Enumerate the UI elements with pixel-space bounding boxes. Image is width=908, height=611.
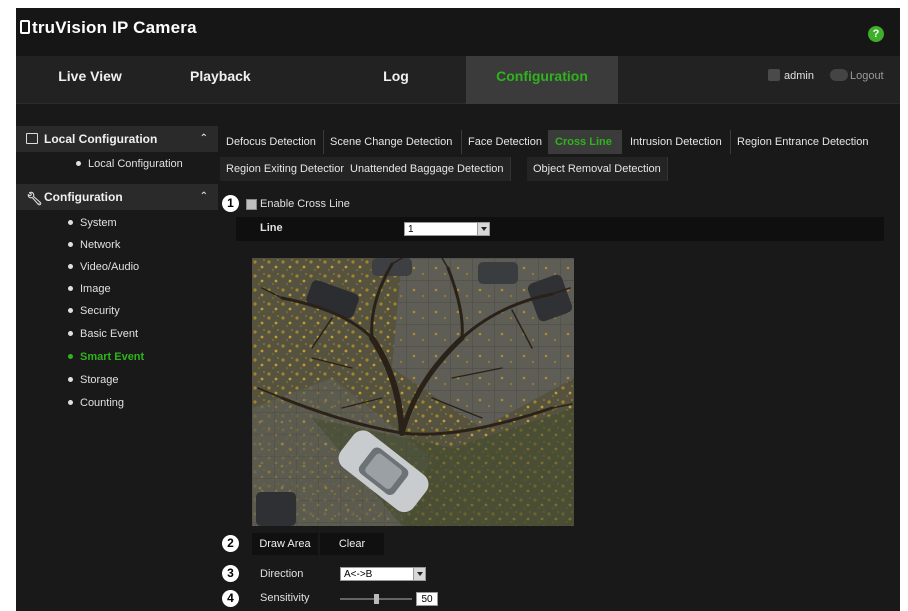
chevron-up-icon[interactable]: ⌃ bbox=[200, 184, 208, 210]
tab-intrusion-detection[interactable]: Intrusion Detection bbox=[624, 130, 728, 154]
line-select[interactable]: 1 bbox=[404, 222, 490, 236]
sidebar-item-system[interactable]: System bbox=[16, 212, 218, 234]
sidebar-item-local-configuration[interactable]: Local Configuration bbox=[16, 153, 218, 175]
line-label: Line bbox=[260, 222, 283, 234]
dropdown-arrow-icon[interactable] bbox=[477, 223, 489, 235]
user-icon bbox=[768, 69, 780, 81]
sensitivity-value[interactable]: 50 bbox=[416, 592, 438, 606]
sidebar-item-network[interactable]: Network bbox=[16, 234, 218, 256]
bullet-icon bbox=[68, 331, 73, 336]
clear-button[interactable]: Clear bbox=[320, 533, 384, 555]
tab-configuration[interactable]: Configuration bbox=[466, 56, 618, 104]
tab-face-detection[interactable]: Face Detection bbox=[462, 130, 548, 154]
sidebar-item-storage[interactable]: Storage bbox=[16, 369, 218, 391]
callout-marker: 1 bbox=[222, 195, 239, 212]
main-nav: Live View Playback Log Configuration adm… bbox=[16, 56, 900, 104]
callout-marker: 2 bbox=[222, 535, 239, 552]
sidebar-item-counting[interactable]: Counting bbox=[16, 392, 218, 414]
line-select-value: 1 bbox=[408, 224, 414, 235]
sidebar-item-security[interactable]: Security bbox=[16, 300, 218, 322]
monitor-icon bbox=[26, 133, 38, 144]
sidebar-item-label: Image bbox=[80, 283, 111, 295]
line-row: Line 1 bbox=[236, 217, 884, 241]
logout-link[interactable]: Logout bbox=[850, 70, 884, 82]
camera-web-ui: truVision IP Camera ? Live View Playback… bbox=[16, 8, 900, 611]
tab-scene-change-detection[interactable]: Scene Change Detection bbox=[324, 130, 458, 154]
sidebar-section-label: Configuration bbox=[44, 190, 123, 204]
sidebar-item-video-audio[interactable]: Video/Audio bbox=[16, 256, 218, 278]
chevron-up-icon[interactable]: ⌃ bbox=[200, 126, 208, 152]
sidebar-item-basic-event[interactable]: Basic Event bbox=[16, 323, 218, 345]
tab-object-removal-detection[interactable]: Object Removal Detection bbox=[527, 157, 668, 181]
bullet-icon bbox=[76, 161, 81, 166]
direction-label: Direction bbox=[260, 568, 304, 580]
enable-cross-line-checkbox[interactable] bbox=[246, 199, 257, 210]
bullet-icon bbox=[68, 308, 73, 313]
enable-cross-line-label: Enable Cross Line bbox=[260, 198, 350, 210]
callout-marker: 4 bbox=[222, 590, 239, 607]
tab-cross-line[interactable]: Cross Line bbox=[549, 130, 622, 154]
sidebar-item-label: Video/Audio bbox=[80, 261, 140, 273]
sidebar-item-image[interactable]: Image bbox=[16, 278, 218, 300]
header: truVision IP Camera ? bbox=[16, 8, 900, 56]
bullet-icon bbox=[68, 220, 73, 225]
direction-select-value: A<->B bbox=[344, 569, 373, 580]
sidebar-item-label: Security bbox=[80, 305, 120, 317]
tab-playback[interactable]: Playback bbox=[190, 56, 290, 104]
bullet-icon bbox=[68, 354, 73, 359]
tab-log[interactable]: Log bbox=[356, 56, 436, 104]
video-preview[interactable] bbox=[252, 258, 574, 526]
bullet-icon bbox=[68, 400, 73, 405]
sidebar-section-configuration[interactable]: 🔧︎ Configuration ⌃ bbox=[16, 184, 218, 210]
sidebar-item-label: Basic Event bbox=[80, 328, 139, 340]
sidebar-item-label: Counting bbox=[80, 397, 125, 409]
draw-area-button[interactable]: Draw Area bbox=[252, 533, 318, 555]
truvision-logo-icon bbox=[20, 20, 30, 34]
tab-region-exiting-detection[interactable]: Region Exiting Detection bbox=[220, 157, 354, 181]
help-icon[interactable]: ? bbox=[868, 26, 884, 42]
sidebar-section-label: Local Configuration bbox=[44, 132, 158, 146]
logout-icon[interactable] bbox=[829, 69, 848, 81]
sensitivity-slider-thumb[interactable] bbox=[374, 594, 379, 604]
brand: truVision IP Camera bbox=[20, 18, 197, 38]
sidebar-item-label: Local Configuration bbox=[88, 158, 183, 170]
tab-live-view[interactable]: Live View bbox=[16, 56, 164, 104]
user-area: admin Logout bbox=[768, 69, 884, 85]
tab-defocus-detection[interactable]: Defocus Detection bbox=[220, 130, 322, 154]
wrench-icon: 🔧︎ bbox=[26, 191, 43, 206]
tab-unattended-baggage-detection[interactable]: Unattended Baggage Detection bbox=[344, 157, 511, 181]
sensitivity-label: Sensitivity bbox=[260, 592, 310, 604]
bullet-icon bbox=[68, 242, 73, 247]
bullet-icon bbox=[68, 377, 73, 382]
sidebar-item-label: Smart Event bbox=[80, 351, 145, 363]
sidebar-item-label: System bbox=[80, 217, 117, 229]
camera-feed-image bbox=[252, 258, 574, 526]
username: admin bbox=[784, 70, 814, 82]
callout-marker: 3 bbox=[222, 565, 239, 582]
sidebar-item-label: Network bbox=[80, 239, 121, 251]
direction-select[interactable]: A<->B bbox=[340, 567, 426, 581]
sidebar-item-smart-event[interactable]: Smart Event bbox=[16, 346, 218, 368]
dropdown-arrow-icon[interactable] bbox=[413, 568, 425, 580]
tab-region-entrance-detection[interactable]: Region Entrance Detection bbox=[731, 130, 874, 154]
sidebar-item-label: Storage bbox=[80, 374, 119, 386]
content-panel: Defocus Detection Scene Change Detection… bbox=[218, 120, 900, 611]
app-title: truVision IP Camera bbox=[32, 18, 197, 37]
bullet-icon bbox=[68, 286, 73, 291]
sidebar: Local Configuration ⌃ Local Configuratio… bbox=[16, 120, 218, 611]
bullet-icon bbox=[68, 264, 73, 269]
sidebar-section-local[interactable]: Local Configuration ⌃ bbox=[16, 126, 218, 152]
